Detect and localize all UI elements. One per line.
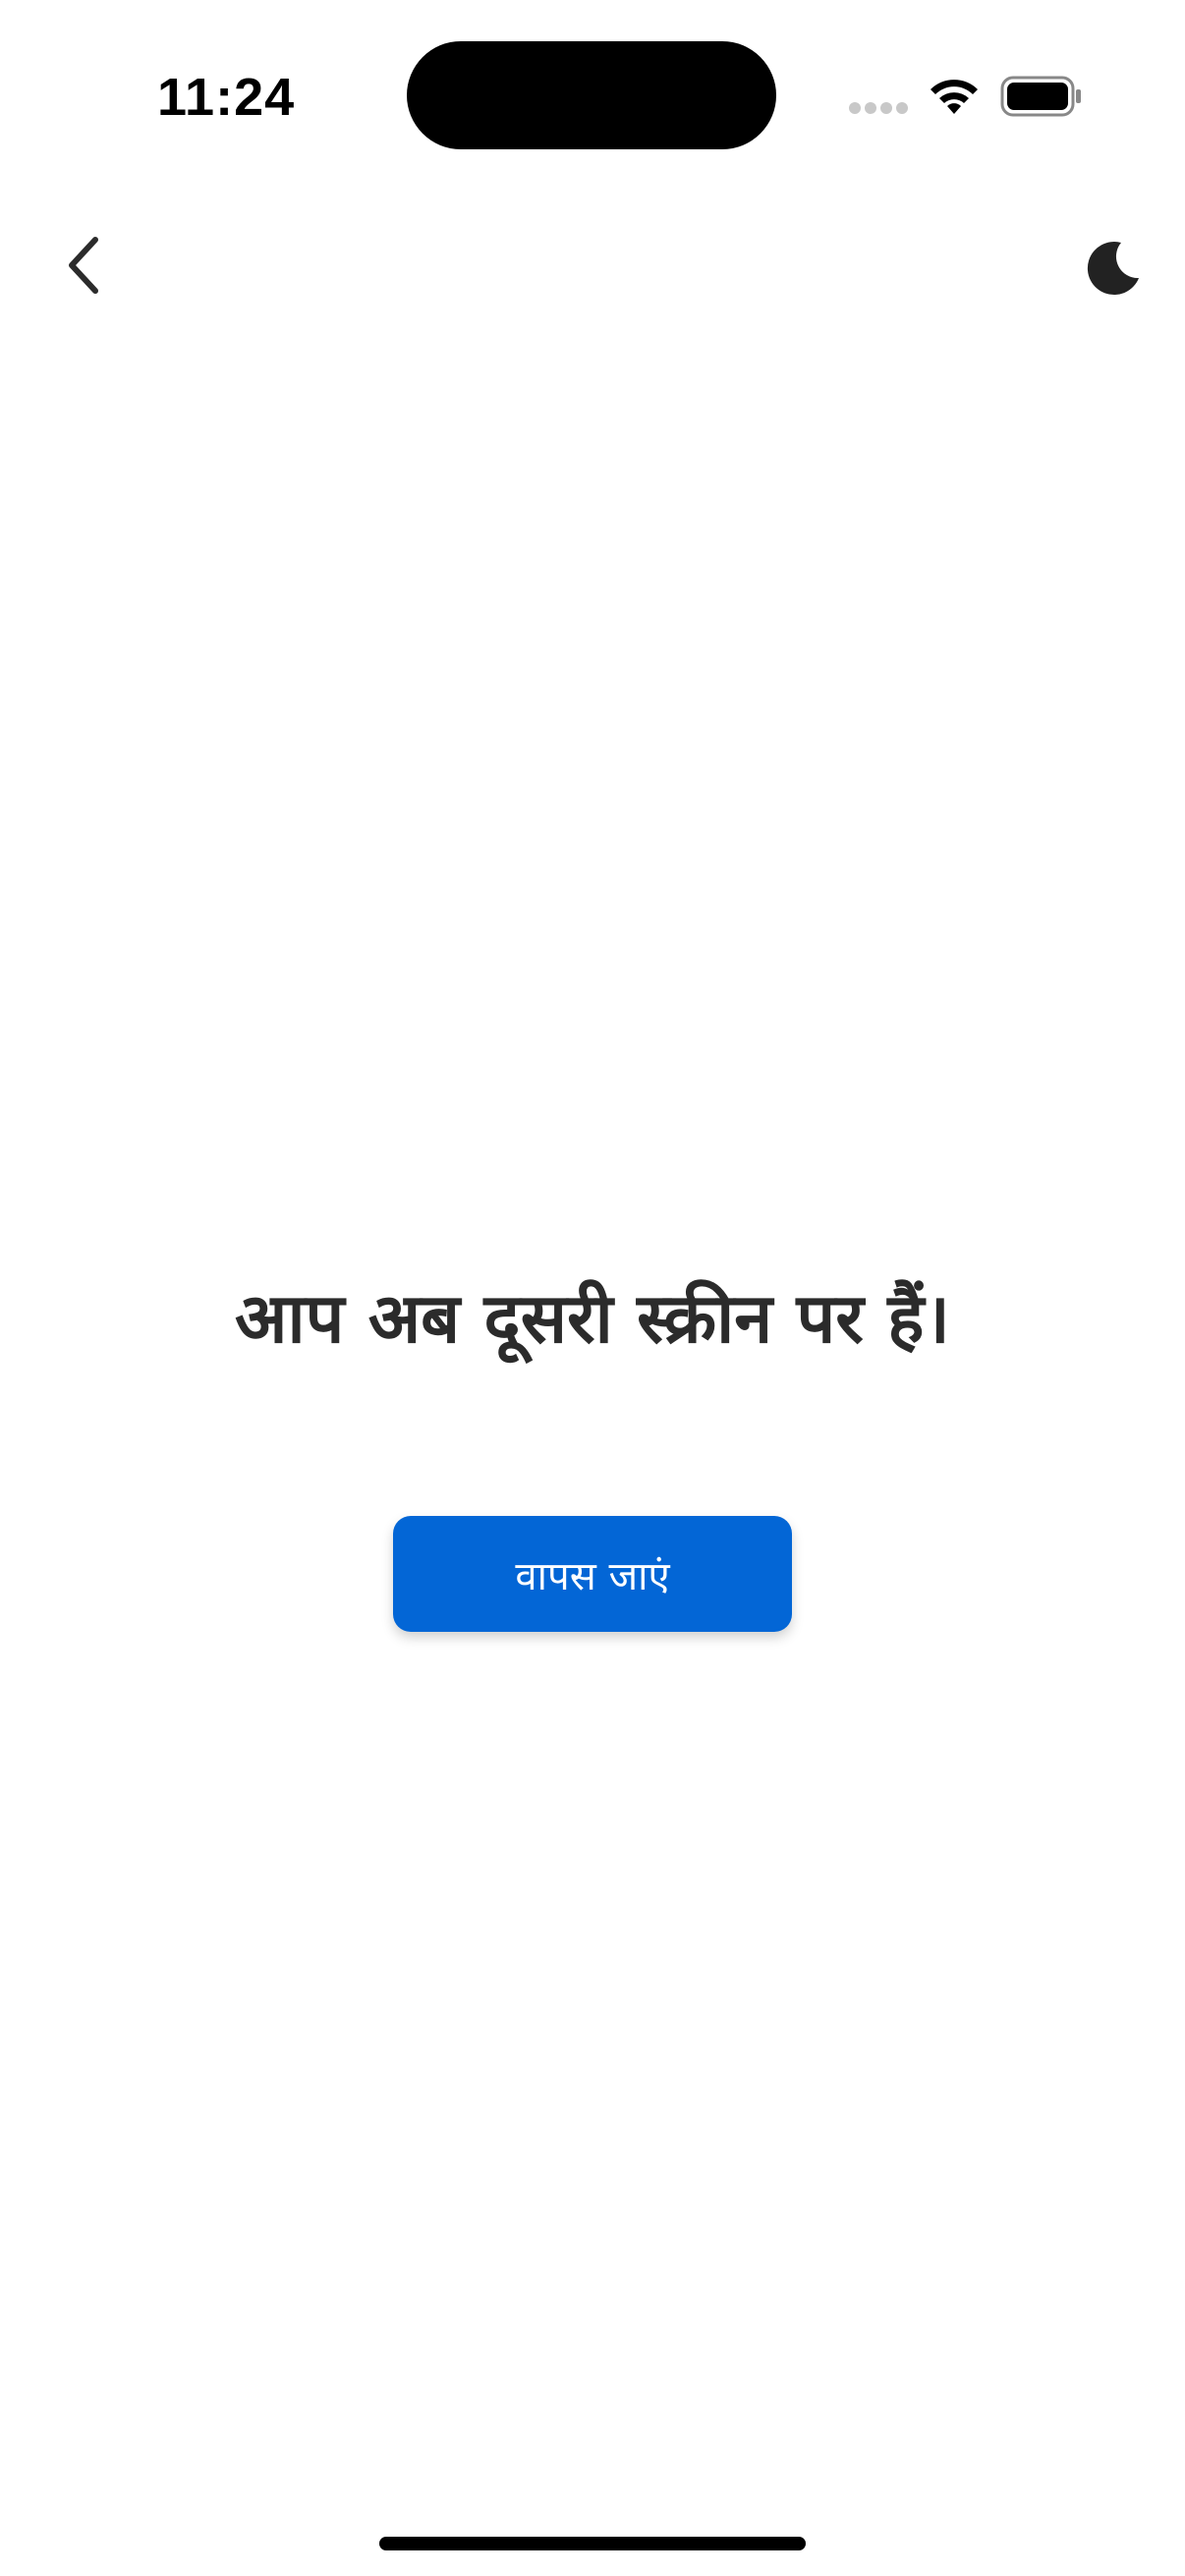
home-indicator[interactable] (379, 2537, 806, 2550)
back-button[interactable] (49, 226, 118, 305)
battery-icon (1000, 76, 1081, 117)
wifi-icon (931, 80, 978, 114)
chevron-left-icon (69, 237, 98, 294)
status-bar: 11:24 (0, 0, 1185, 196)
status-time: 11:24 (157, 68, 296, 127)
moon-icon (1087, 242, 1139, 296)
nav-bar (0, 196, 1185, 334)
go-back-button[interactable]: वापस जाएं (393, 1516, 792, 1632)
theme-toggle-button[interactable] (1077, 232, 1150, 305)
dynamic-island (407, 41, 776, 149)
screen-message: आप अब दूसरी स्क्रीन पर हैं। (235, 1278, 950, 1359)
main-content: आप अब दूसरी स्क्रीन पर हैं। (0, 1277, 1185, 1360)
signal-icon (849, 102, 908, 114)
